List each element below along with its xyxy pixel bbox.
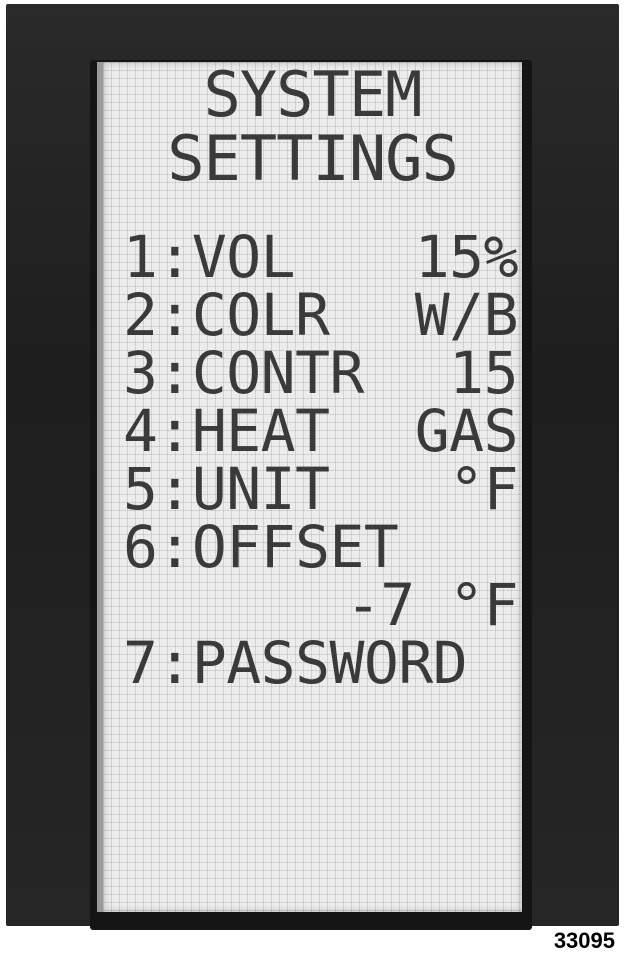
menu-item-label: 7:PASSWORD	[123, 629, 468, 697]
menu-item-value: 15	[449, 339, 518, 407]
menu-item-label: 2:COLR	[123, 281, 330, 349]
menu-item-value: 15%	[414, 223, 519, 291]
menu-item-label: 3:CONTR	[123, 339, 364, 407]
menu-item-label: 4:HEAT	[123, 397, 330, 465]
menu-item-label: 5:UNIT	[123, 455, 330, 523]
menu-item-value: °F	[449, 455, 518, 523]
menu-item-label: 1:VOL	[123, 223, 296, 291]
menu-item-value: W/B	[414, 281, 519, 349]
menu-item-value: GAS	[414, 397, 519, 465]
screen-title-line-1: SYSTEM	[203, 58, 423, 131]
figure-number: 33095	[549, 928, 619, 954]
screen-title-line-2: SETTINGS	[167, 122, 459, 195]
menu-item-value: -7 °F	[345, 571, 519, 639]
menu-item-label: 6:OFFSET	[123, 513, 399, 581]
lcd-screen: SYSTEM SETTINGS 1:VOL 15% 2:COLR W/B 3:C…	[97, 62, 522, 912]
